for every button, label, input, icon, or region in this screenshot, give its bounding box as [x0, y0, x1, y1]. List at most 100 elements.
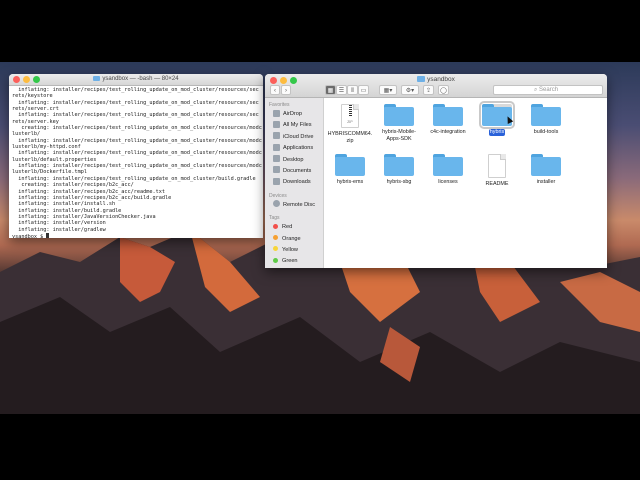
terminal-prompt-line[interactable]: ysandbox $ — [12, 232, 260, 238]
sidebar-header-tags: Tags — [269, 215, 280, 222]
terminal-titlebar[interactable]: ysandbox — -bash — 80×24 — [9, 74, 263, 86]
sidebar-item-label: All My Files — [283, 122, 312, 129]
downloads-icon — [273, 177, 280, 185]
sidebar-item-documents[interactable]: Documents — [265, 166, 323, 177]
sidebar-tag-label: Green — [282, 258, 298, 265]
arrange-icon: ▦▾ — [383, 88, 393, 94]
cover-flow-button[interactable]: ▭ — [358, 85, 369, 95]
sidebar-item-desktop[interactable]: Desktop — [265, 155, 323, 166]
sidebar-item-label: Desktop — [283, 156, 304, 163]
desktop-icon — [273, 155, 280, 163]
columns-icon: ⫴ — [351, 88, 354, 94]
document-icon — [488, 154, 506, 178]
finder-title: ysandbox — [427, 76, 455, 83]
grid-icon: ▦ — [327, 88, 334, 94]
back-button[interactable]: ‹ — [270, 85, 280, 95]
file-item-label: build-tools — [533, 129, 559, 135]
list-view-button[interactable]: ☰ — [336, 85, 347, 95]
terminal-line: creating: installer/recipes/test_rolling… — [12, 125, 262, 132]
search-icon: ⌕ — [534, 87, 538, 93]
zip-archive-icon: ZIP — [341, 104, 359, 128]
tag-dot-icon — [273, 257, 278, 263]
file-item-build-tools[interactable]: build-tools — [516, 104, 576, 136]
documents-icon — [273, 166, 280, 174]
sidebar-item-label: Documents — [283, 167, 312, 174]
sidebar-header-devices: Devices — [269, 192, 287, 199]
icon-view-button[interactable]: ▦ — [325, 85, 336, 95]
terminal-title: ysandbox — -bash — 80×24 — [102, 76, 179, 82]
sidebar-item-all-my-files[interactable]: All My Files — [265, 120, 323, 131]
finder-sidebar[interactable]: Favorites AirDrop All My Files iCloud Drive… — [265, 98, 324, 268]
sidebar-tag-red[interactable]: Red — [265, 222, 323, 233]
cloud-icon — [273, 132, 280, 140]
tag-dot-icon — [273, 246, 278, 252]
sidebar-item-airdrop[interactable]: AirDrop — [265, 109, 323, 120]
action-button[interactable]: ⚙▾ — [401, 85, 419, 95]
search-field[interactable]: ⌕ Search — [493, 85, 603, 95]
file-item-label: hybris-Mobile- — [382, 129, 416, 135]
all-files-icon — [273, 120, 280, 128]
file-item-installer[interactable]: installer — [516, 154, 576, 186]
file-item-label-line2: Apps-SDK — [386, 135, 412, 142]
finder-window[interactable]: ysandbox ‹ › ▦ ☰ ⫴ ▭ ▦▾ ⚙▾ ⇪ ◯ ⌕ Search … — [265, 74, 607, 268]
text-cursor — [46, 232, 50, 238]
file-item-label: HYBRISCOMM64. — [327, 131, 373, 137]
sidebar-tag-yellow[interactable]: Yellow — [265, 245, 323, 256]
file-item-label: licenses — [438, 179, 458, 185]
sidebar-item-label: AirDrop — [283, 111, 302, 117]
sidebar-item-icloud-drive[interactable]: iCloud Drive — [265, 132, 323, 143]
folder-icon — [384, 154, 414, 176]
search-placeholder: Search — [539, 87, 559, 93]
forward-button[interactable]: › — [281, 85, 291, 95]
sidebar-tag-green[interactable]: Green — [265, 256, 323, 267]
sidebar-header-favorites: Favorites — [269, 102, 290, 108]
disc-icon — [273, 200, 280, 208]
tags-button[interactable]: ◯ — [438, 85, 449, 95]
sidebar-item-label: iCloud Drive — [283, 133, 314, 140]
terminal-line: inflating: installer/recipes/test_rollin… — [12, 112, 259, 119]
file-item-label: hybris-ems — [336, 179, 364, 185]
folder-icon — [433, 154, 463, 176]
sidebar-tag-label: Yellow — [282, 246, 298, 253]
terminal-line: inflating: installer/recipes/test_rollin… — [12, 150, 262, 157]
list-icon: ☰ — [338, 88, 345, 94]
share-button[interactable]: ⇪ — [423, 85, 434, 95]
arrange-button[interactable]: ▦▾ — [379, 85, 397, 95]
sidebar-tag-orange[interactable]: Orange — [265, 234, 323, 245]
folder-icon — [531, 154, 561, 176]
finder-toolbar[interactable]: ysandbox ‹ › ▦ ☰ ⫴ ▭ ▦▾ ⚙▾ ⇪ ◯ ⌕ Search — [265, 74, 607, 98]
sidebar-item-downloads[interactable]: Downloads — [265, 177, 323, 188]
sidebar-item-label: Remote Disc — [283, 201, 316, 208]
column-view-button[interactable]: ⫴ — [347, 85, 358, 95]
tag-icon: ◯ — [440, 88, 447, 94]
folder-icon — [335, 154, 365, 176]
folder-icon — [531, 104, 561, 126]
file-item-label: installer — [536, 179, 556, 185]
sidebar-item-remote-disc[interactable]: Remote Disc — [265, 200, 323, 211]
zip-badge: ZIP — [347, 119, 353, 124]
sidebar-item-applications[interactable]: Applications — [265, 143, 323, 154]
sidebar-item-label: Applications — [283, 145, 314, 152]
folder-icon — [417, 76, 426, 82]
sidebar-tag-label: Red — [282, 224, 293, 231]
sidebar-tag-label: Orange — [282, 235, 301, 242]
file-item-label: c4c-integration — [430, 129, 466, 135]
terminal-prompt: ysandbox $ — [12, 233, 47, 238]
sidebar-item-label: Downloads — [283, 179, 311, 186]
file-item-label: hybris — [488, 129, 506, 136]
folder-icon — [384, 104, 414, 126]
tag-dot-icon — [273, 235, 278, 241]
file-item-label: hybris-sbg — [386, 179, 412, 185]
terminal-output[interactable]: inflating: installer/recipes/test_rollin… — [9, 86, 263, 238]
coverflow-icon: ▭ — [360, 88, 367, 94]
airdrop-icon — [273, 109, 280, 117]
file-grid[interactable]: ZIP HYBRISCOMM64. zip hybris-Mobile- Apps-SD… — [324, 98, 607, 268]
folder-icon — [433, 104, 463, 126]
gear-icon: ⚙▾ — [405, 88, 415, 94]
terminal-window[interactable]: ysandbox — -bash — 80×24 inflating: inst… — [9, 74, 263, 238]
tag-dot-icon — [273, 223, 278, 229]
share-icon: ⇪ — [425, 88, 432, 94]
file-item-label: README — [485, 181, 509, 187]
folder-icon — [93, 75, 101, 81]
applications-icon — [273, 143, 280, 151]
